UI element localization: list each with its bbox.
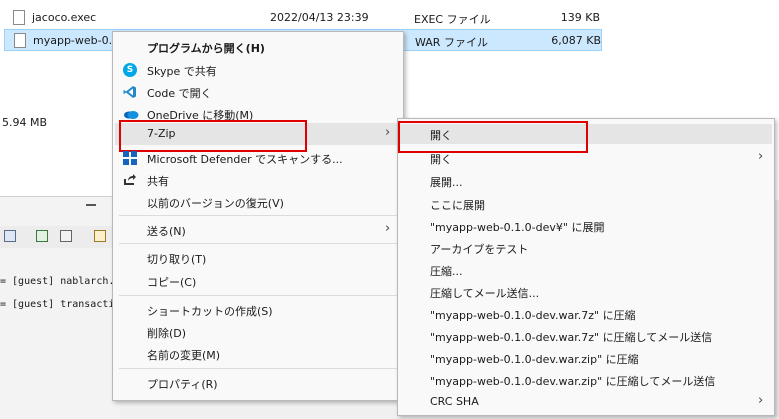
file-type: EXEC ファイル bbox=[414, 13, 491, 26]
new-icon[interactable] bbox=[36, 230, 48, 242]
submenu-item-test-archive[interactable]: アーカイブをテスト bbox=[400, 238, 772, 258]
save-icon[interactable] bbox=[4, 230, 16, 242]
file-type: WAR ファイル bbox=[415, 36, 488, 49]
onedrive-icon bbox=[123, 107, 139, 121]
menu-item-label: Code で開く bbox=[147, 87, 212, 100]
console-icon[interactable] bbox=[60, 230, 72, 242]
ide-toolbar bbox=[0, 226, 120, 248]
menu-separator bbox=[119, 215, 397, 216]
menu-item-delete[interactable]: 削除(D) bbox=[115, 321, 401, 343]
submenu-item-label: "myapp-web-0.1.0-dev¥" に展開 bbox=[430, 221, 605, 234]
menu-item-cut[interactable]: 切り取り(T) bbox=[115, 247, 401, 269]
menu-item-label: ショートカットの作成(S) bbox=[147, 305, 273, 318]
submenu-item-label: アーカイブをテスト bbox=[430, 243, 529, 256]
context-menu: プログラムから開く(H) S Skype で共有 Code で開く OneDri… bbox=[112, 31, 404, 401]
submenu-item-label: 展開... bbox=[430, 176, 463, 189]
menu-item-label: プロパティ(R) bbox=[147, 378, 218, 391]
submenu-item-extract[interactable]: 展開... bbox=[400, 171, 772, 191]
skype-icon: S bbox=[123, 63, 137, 77]
submenu-item-label: 開く bbox=[430, 153, 452, 166]
submenu-item-extract-here[interactable]: ここに展開 bbox=[400, 194, 772, 214]
submenu-item-compress-zip[interactable]: "myapp-web-0.1.0-dev.war.zip" に圧縮 bbox=[400, 348, 772, 368]
menu-item-open-in-code[interactable]: Code で開く bbox=[115, 81, 401, 103]
menu-item-label: 名前の変更(M) bbox=[147, 349, 221, 362]
file-size: 6,087 KB bbox=[551, 34, 601, 47]
chevron-right-icon: › bbox=[385, 221, 391, 236]
chevron-right-icon: › bbox=[385, 125, 391, 140]
status-size: 5.94 MB bbox=[2, 116, 48, 129]
submenu-item-extract-to-folder[interactable]: "myapp-web-0.1.0-dev¥" に展開 bbox=[400, 216, 772, 236]
menu-item-open-with[interactable]: プログラムから開く(H) bbox=[115, 36, 401, 58]
submenu-item-open-sub[interactable]: 開く › bbox=[400, 148, 772, 168]
submenu-item-label: 圧縮してメール送信... bbox=[430, 287, 540, 300]
menu-item-share[interactable]: 共有 bbox=[115, 169, 401, 191]
file-date: 2022/04/13 23:39 bbox=[270, 11, 369, 24]
submenu-item-compress-email[interactable]: 圧縮してメール送信... bbox=[400, 282, 772, 302]
submenu-item-compress-7z-email[interactable]: "myapp-web-0.1.0-dev.war.7z" に圧縮してメール送信 bbox=[400, 326, 772, 346]
share-icon bbox=[123, 173, 137, 187]
file-icon bbox=[14, 33, 26, 48]
minimize-icon[interactable] bbox=[86, 204, 96, 206]
menu-item-label: 共有 bbox=[147, 175, 169, 188]
menu-item-label: コピー(C) bbox=[147, 276, 197, 289]
file-name: myapp-web-0.1 bbox=[33, 34, 120, 47]
menu-separator bbox=[119, 243, 397, 244]
menu-item-restore-previous[interactable]: 以前のバージョンの復元(V) bbox=[115, 191, 401, 213]
submenu-item-label: ここに展開 bbox=[430, 199, 485, 212]
submenu-item-label: 圧縮... bbox=[430, 265, 463, 278]
submenu-item-label: "myapp-web-0.1.0-dev.war.zip" に圧縮 bbox=[430, 353, 639, 366]
menu-item-rename[interactable]: 名前の変更(M) bbox=[115, 343, 401, 365]
file-size: 139 KB bbox=[560, 11, 600, 24]
menu-separator bbox=[119, 368, 397, 369]
submenu-item-compress-7z[interactable]: "myapp-web-0.1.0-dev.war.7z" に圧縮 bbox=[400, 304, 772, 324]
menu-item-label: 切り取り(T) bbox=[147, 253, 207, 266]
menu-item-label: 削除(D) bbox=[147, 327, 187, 340]
file-name: jacoco.exec bbox=[32, 11, 97, 24]
file-row[interactable]: jacoco.exec 2022/04/13 23:39 EXEC ファイル 1… bbox=[0, 7, 779, 29]
submenu-item-label: "myapp-web-0.1.0-dev.war.7z" に圧縮 bbox=[430, 309, 636, 322]
submenu-item-compress[interactable]: 圧縮... bbox=[400, 260, 772, 280]
submenu-item-crc-sha[interactable]: CRC SHA › bbox=[400, 392, 772, 412]
menu-item-defender-scan[interactable]: Microsoft Defender でスキャンする... bbox=[115, 147, 401, 169]
submenu-item-label: "myapp-web-0.1.0-dev.war.zip" に圧縮してメール送信 bbox=[430, 375, 716, 388]
menu-item-skype-share[interactable]: S Skype で共有 bbox=[115, 59, 401, 81]
file-icon bbox=[13, 10, 25, 25]
console-line: = [guest] nablarch. bbox=[0, 276, 115, 287]
menu-item-properties[interactable]: プロパティ(R) bbox=[115, 372, 401, 394]
menu-item-copy[interactable]: コピー(C) bbox=[115, 270, 401, 292]
menu-item-label: プログラムから開く(H) bbox=[147, 42, 265, 55]
menu-item-create-shortcut[interactable]: ショートカットの作成(S) bbox=[115, 299, 401, 321]
menu-separator bbox=[119, 295, 397, 296]
console-line: = [guest] transacti bbox=[0, 299, 115, 310]
menu-item-send-to[interactable]: 送る(N) › bbox=[115, 219, 401, 241]
chevron-right-icon: › bbox=[758, 393, 764, 408]
chevron-right-icon: › bbox=[758, 149, 764, 164]
7zip-submenu: 開く 開く › 展開... ここに展開 "myapp-web-0.1.0-dev… bbox=[397, 118, 775, 416]
submenu-item-label: CRC SHA bbox=[430, 395, 479, 408]
folder-icon[interactable] bbox=[94, 230, 106, 242]
vscode-icon bbox=[123, 85, 137, 99]
submenu-item-label: "myapp-web-0.1.0-dev.war.7z" に圧縮してメール送信 bbox=[430, 331, 713, 344]
submenu-item-compress-zip-email[interactable]: "myapp-web-0.1.0-dev.war.zip" に圧縮してメール送信 bbox=[400, 370, 772, 390]
menu-item-label: 以前のバージョンの復元(V) bbox=[147, 197, 284, 210]
menu-item-label: 送る(N) bbox=[147, 225, 186, 238]
defender-icon bbox=[123, 151, 137, 165]
menu-item-label: Skype で共有 bbox=[147, 65, 217, 78]
menu-item-label: Microsoft Defender でスキャンする... bbox=[147, 153, 343, 166]
